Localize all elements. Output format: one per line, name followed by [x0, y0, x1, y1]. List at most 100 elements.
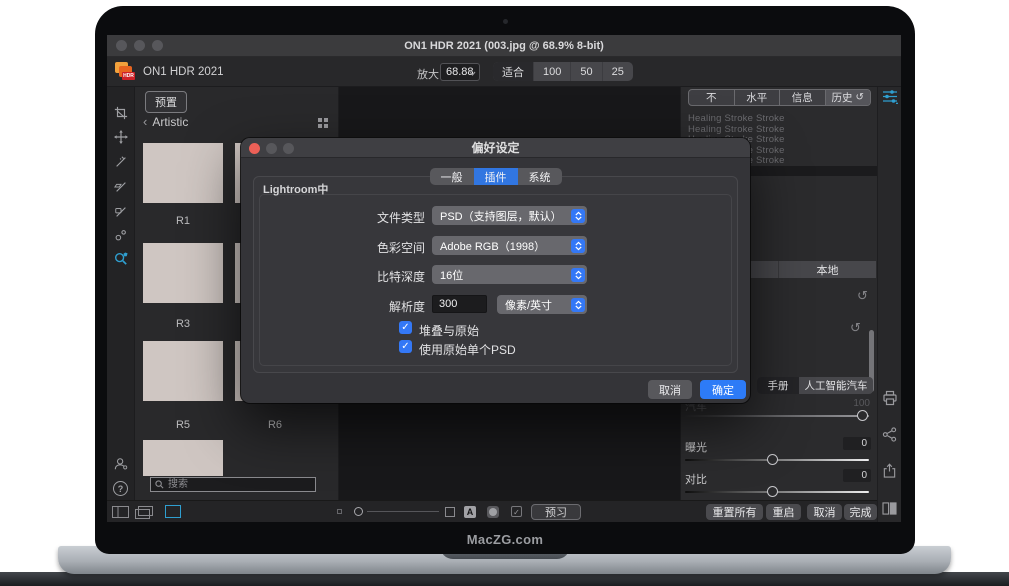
slider-label-contrast: 对比 [685, 471, 707, 487]
preset-thumbnail[interactable] [143, 143, 223, 203]
retouch-brush-icon[interactable] [113, 204, 129, 220]
compare-view-icon[interactable] [882, 502, 897, 515]
tab-tone[interactable]: 不 [689, 90, 735, 105]
slider-handle-contrast[interactable] [767, 486, 778, 497]
dialog-cancel-button[interactable]: 取消 [648, 380, 692, 399]
tab-plugins[interactable]: 插件 [474, 168, 518, 185]
stack-with-original-checkbox[interactable]: ✓ [399, 321, 412, 334]
preset-thumbnail[interactable] [143, 440, 223, 476]
checkbox-overlay-icon[interactable]: ✓ [511, 506, 522, 517]
thumbnail-size-small-icon [337, 509, 342, 514]
presets-button[interactable]: 预置 [145, 91, 187, 113]
grid-view-icon[interactable] [318, 118, 329, 129]
tab-local[interactable]: 本地 [779, 261, 876, 278]
bit-depth-select[interactable]: 16位 [432, 265, 587, 284]
size-slider-track[interactable] [367, 511, 439, 512]
stepper-icon [571, 298, 585, 312]
mode-tabs: 手册 人工智能汽车 [757, 377, 873, 394]
clone-tool-icon[interactable] [113, 227, 129, 243]
slider-value-exposure[interactable]: 0 [843, 437, 871, 450]
back-chevron-icon[interactable]: ‹ [143, 114, 147, 129]
cancel-button[interactable]: 取消 [807, 504, 842, 520]
checkbox-label: 堆叠与原始 [419, 322, 479, 339]
use-original-psd-checkbox[interactable]: ✓ [399, 340, 412, 353]
preset-thumbnail[interactable] [143, 243, 223, 303]
field-label-resolution: 解析度 [255, 298, 425, 315]
tab-level[interactable]: 水平 [735, 90, 781, 105]
tab-general[interactable]: 一般 [430, 168, 474, 185]
single-view-icon[interactable] [165, 505, 181, 518]
window-titlebar: ON1 HDR 2021 (003.jpg @ 68.9% 8-bit) [107, 35, 901, 57]
tab-history[interactable]: 历史↺ [826, 90, 871, 105]
dialog-minimize-button[interactable] [266, 143, 277, 154]
crop-tool-icon[interactable] [113, 105, 129, 121]
tab-ai-auto[interactable]: 人工智能汽车 [799, 377, 873, 394]
size-slider-handle[interactable] [354, 507, 363, 516]
tab-info[interactable]: 信息 [780, 90, 826, 105]
breadcrumb[interactable]: ‹Artistic [143, 114, 188, 129]
minimize-window-button[interactable] [134, 40, 145, 51]
reset-section-icon[interactable]: ↺ [857, 288, 868, 304]
thumbnail-photo [143, 243, 223, 303]
crop-overlay-icon[interactable] [445, 507, 455, 517]
done-button[interactable]: 完成 [844, 504, 877, 520]
dialog-ok-button[interactable]: 确定 [700, 380, 746, 399]
checkbox-label: 使用原始单个PSD [419, 341, 516, 358]
export-icon[interactable] [882, 463, 897, 478]
dialog-titlebar: 偏好设定 [241, 138, 750, 158]
zoom-25-button[interactable]: 25 [603, 62, 633, 81]
search-input[interactable] [150, 477, 316, 492]
reset-all-button[interactable]: 重置所有 [706, 504, 763, 520]
masking-brush-icon[interactable] [113, 179, 129, 195]
zoom-value-dropdown[interactable]: 68.88 [440, 63, 480, 81]
zoom-fit-button[interactable]: 适合 [493, 62, 534, 81]
window-title: ON1 HDR 2021 (003.jpg @ 68.9% 8-bit) [404, 40, 604, 52]
brush-tool-icon[interactable] [113, 154, 129, 170]
preview-button[interactable]: 预习 [531, 504, 581, 520]
bottom-bar: A ✓ 预习 重置所有 重启 取消 完成 [107, 500, 877, 522]
panel-tabs: 不 水平 信息 历史↺ [688, 89, 871, 106]
history-item[interactable]: Healing Stroke Stroke [681, 124, 878, 135]
help-icon[interactable]: ? [113, 481, 128, 496]
zoom-50-button[interactable]: 50 [571, 62, 602, 81]
resolution-unit-select[interactable]: 像素/英寸 [497, 295, 587, 314]
slider-handle-exposure[interactable] [767, 454, 778, 465]
move-tool-icon[interactable] [113, 129, 129, 145]
close-window-button[interactable] [116, 40, 127, 51]
dialog-close-button[interactable] [249, 143, 260, 154]
desk-surface [0, 572, 1009, 586]
mask-view-icon[interactable] [487, 506, 499, 518]
reset-section-icon[interactable]: ↺ [850, 320, 861, 336]
restart-button[interactable]: 重启 [766, 504, 801, 520]
brand-watermark: MacZG.com [95, 532, 915, 547]
adjustments-icon[interactable] [882, 88, 898, 104]
zoom-preset-segmented: 适合 100 50 25 [493, 62, 633, 81]
slider-value-auto: 100 [853, 398, 870, 409]
group-label: Lightroom中 [263, 181, 328, 197]
dialog-zoom-button[interactable] [283, 143, 294, 154]
tab-system[interactable]: 系统 [518, 168, 562, 185]
browse-view-icon[interactable] [112, 506, 129, 518]
user-account-icon[interactable] [113, 456, 129, 472]
mask-dot [489, 508, 497, 516]
slider-value-contrast[interactable]: 0 [843, 469, 871, 482]
resolution-input[interactable] [432, 295, 487, 313]
zoom-pan-tool-icon[interactable] [113, 251, 129, 267]
stepper-icon [571, 268, 585, 282]
tab-manual[interactable]: 手册 [757, 377, 799, 394]
webcam-dot [503, 19, 508, 24]
filmstrip-view-icon[interactable] [135, 506, 153, 519]
history-item[interactable]: Healing Stroke Stroke [681, 113, 878, 124]
file-type-select[interactable]: PSD（支持图层，默认） [432, 206, 587, 225]
share-icon[interactable] [882, 427, 897, 442]
text-overlay-icon[interactable]: A [464, 506, 476, 518]
print-icon[interactable] [882, 390, 898, 406]
screen: ON1 HDR 2021 (003.jpg @ 68.9% 8-bit) HDR… [107, 35, 901, 522]
zoom-100-button[interactable]: 100 [534, 62, 571, 81]
slider-track-auto[interactable] [685, 415, 869, 417]
color-space-select[interactable]: Adobe RGB（1998） [432, 236, 587, 255]
app-name: ON1 HDR 2021 [143, 57, 224, 87]
preset-thumbnail[interactable] [143, 341, 223, 401]
zoom-window-button[interactable] [152, 40, 163, 51]
slider-handle-auto[interactable] [857, 410, 868, 421]
